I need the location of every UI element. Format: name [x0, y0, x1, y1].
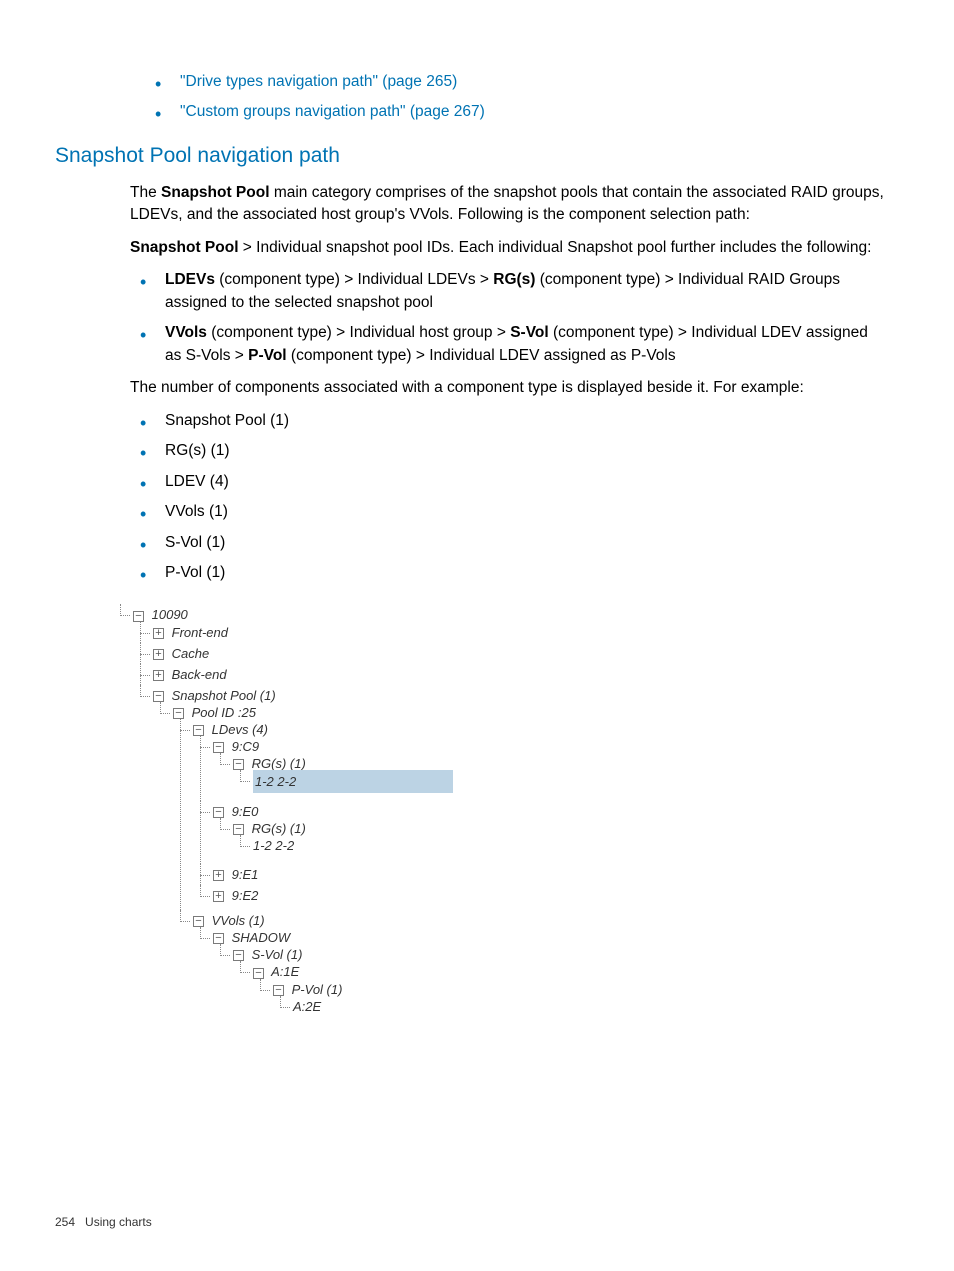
tree-label: LDevs (4) [212, 722, 268, 737]
tree-label: 9:E2 [232, 888, 259, 903]
page-number: 254 [55, 1215, 75, 1229]
collapse-icon[interactable]: − [213, 742, 224, 753]
top-links-list: "Drive types navigation path" (page 265)… [140, 71, 899, 124]
nav-link-item: "Drive types navigation path" (page 265) [180, 71, 899, 93]
expand-icon[interactable]: + [213, 870, 224, 881]
tree-node-vvols[interactable]: − VVols (1) − SHADOW [193, 910, 899, 1036]
collapse-icon[interactable]: − [233, 759, 244, 770]
tree-node-rgs[interactable]: − RG(s) (1) 1-2 2-2 [233, 753, 899, 797]
tree-label: 1-2 2-2 [253, 838, 294, 853]
expand-icon[interactable]: + [153, 628, 164, 639]
tree-node-ldevs[interactable]: − LDevs (4) − 9:C9 [193, 719, 899, 910]
tree-node-pvol[interactable]: − P-Vol (1) A:2E [273, 979, 899, 1021]
tree-node-frontend[interactable]: + Front-end [153, 622, 899, 643]
expand-icon[interactable]: + [153, 649, 164, 660]
example-item: P-Vol (1) [165, 562, 899, 584]
tree-label: RG(s) (1) [252, 821, 306, 836]
tree-node-a1e[interactable]: − A:1E − P-Vol (1) [253, 961, 899, 1024]
example-intro: The number of components associated with… [130, 377, 889, 399]
collapse-icon[interactable]: − [253, 968, 264, 979]
collapse-icon[interactable]: − [233, 824, 244, 835]
collapse-icon[interactable]: − [213, 933, 224, 944]
tree-label: Pool ID :25 [192, 705, 256, 720]
tree-label: 9:C9 [232, 739, 259, 754]
tree-leaf[interactable]: 1-2 2-2 [253, 835, 899, 856]
tree-label: 1-2 2-2 [253, 774, 386, 789]
example-item: Snapshot Pool (1) [165, 410, 899, 432]
collapse-icon[interactable]: − [233, 950, 244, 961]
tree-label: Back-end [172, 667, 227, 682]
tree-root[interactable]: − 10090 + Front-end + Cache + Back-end [133, 604, 899, 1048]
collapse-icon[interactable]: − [153, 691, 164, 702]
tree-label: Cache [172, 646, 210, 661]
example-item: LDEV (4) [165, 471, 899, 493]
tree-node-backend[interactable]: + Back-end [153, 664, 899, 685]
tree-label: 9:E0 [232, 804, 259, 819]
tree-label: P-Vol (1) [292, 982, 343, 997]
tree-label: SHADOW [232, 930, 291, 945]
tree-node-ldev[interactable]: + 9:E2 [213, 885, 899, 906]
tree-leaf-selected[interactable]: 1-2 2-2 [253, 770, 453, 793]
tree-label: Snapshot Pool (1) [172, 688, 276, 703]
example-item: RG(s) (1) [165, 440, 899, 462]
example-list: Snapshot Pool (1) RG(s) (1) LDEV (4) VVo… [165, 410, 899, 585]
tree-node-pool-id[interactable]: − Pool ID :25 − LDevs (4) − [173, 702, 899, 1041]
custom-groups-link[interactable]: "Custom groups navigation path" (page 26… [180, 103, 485, 120]
tree-node-shadow[interactable]: − SHADOW − S-Vol (1) [213, 927, 899, 1032]
path-paragraph: Snapshot Pool > Individual snapshot pool… [130, 237, 889, 259]
nav-link-item: "Custom groups navigation path" (page 26… [180, 101, 899, 123]
tree-label: A:1E [271, 964, 299, 979]
collapse-icon[interactable]: − [173, 708, 184, 719]
detail-item-ldevs: LDEVs (component type) > Individual LDEV… [165, 269, 899, 314]
tree-label: 9:E1 [232, 867, 259, 882]
intro-paragraph: The Snapshot Pool main category comprise… [130, 182, 889, 227]
tree-node-ldev[interactable]: − 9:E0 − RG(s) (1) [213, 801, 899, 864]
tree-node-svol[interactable]: − S-Vol (1) − A:1E [233, 944, 899, 1028]
drive-types-link[interactable]: "Drive types navigation path" (page 265) [180, 73, 457, 90]
example-item: S-Vol (1) [165, 532, 899, 554]
expand-icon[interactable]: + [153, 670, 164, 681]
tree-node-ldev[interactable]: + 9:E1 [213, 864, 899, 885]
tree-label: VVols (1) [212, 913, 265, 928]
collapse-icon[interactable]: − [213, 807, 224, 818]
tree-node-snapshot-pool[interactable]: − Snapshot Pool (1) − Pool ID :25 − LDev… [153, 685, 899, 1045]
tree-node-ldev[interactable]: − 9:C9 − RG(s) (1) [213, 736, 899, 801]
expand-icon[interactable]: + [213, 891, 224, 902]
section-heading: Snapshot Pool navigation path [55, 141, 899, 171]
collapse-icon[interactable]: − [193, 916, 204, 927]
example-item: VVols (1) [165, 501, 899, 523]
tree-node-cache[interactable]: + Cache [153, 643, 899, 664]
tree-label: A:2E [293, 999, 321, 1014]
tree-label: 10090 [152, 607, 188, 622]
tree-node-rgs[interactable]: − RG(s) (1) 1-2 2-2 [233, 818, 899, 860]
tree-label: S-Vol (1) [252, 947, 303, 962]
collapse-icon[interactable]: − [193, 725, 204, 736]
page-footer: 254 Using charts [55, 1214, 152, 1231]
tree-label: Front-end [172, 625, 228, 640]
collapse-icon[interactable]: − [133, 611, 144, 622]
detail-item-vvols: VVols (component type) > Individual host… [165, 322, 899, 367]
footer-label: Using charts [85, 1215, 152, 1229]
navigation-tree: − 10090 + Front-end + Cache + Back-end [133, 604, 899, 1048]
tree-leaf[interactable]: A:2E [293, 996, 899, 1017]
detail-list: LDEVs (component type) > Individual LDEV… [165, 269, 899, 367]
tree-label: RG(s) (1) [252, 756, 306, 771]
collapse-icon[interactable]: − [273, 985, 284, 996]
